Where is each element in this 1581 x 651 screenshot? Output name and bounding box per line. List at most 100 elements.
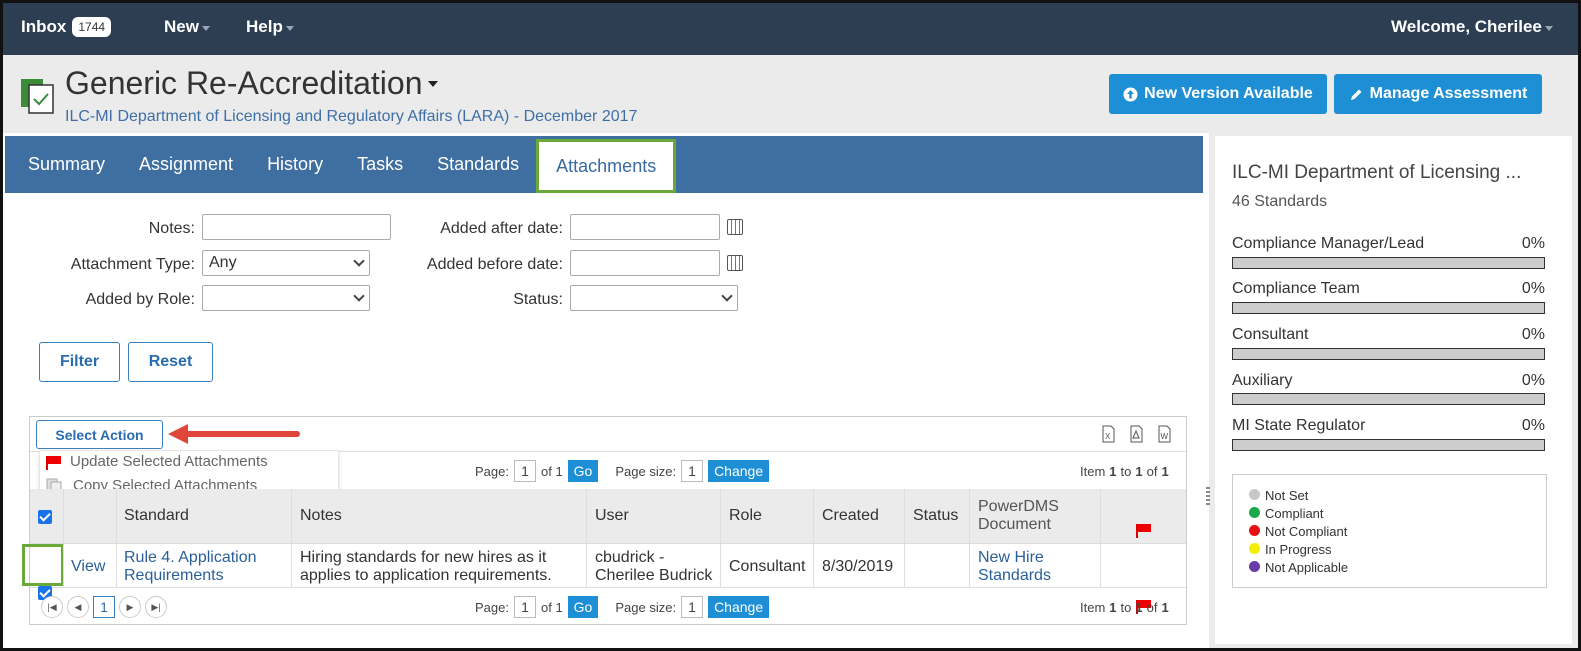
progress-value: 0%	[1521, 326, 1545, 343]
reset-button[interactable]: Reset	[128, 342, 213, 382]
standards-count: 46 Standards	[1232, 193, 1328, 210]
legend-item: Not Applicable	[1249, 559, 1546, 577]
bottom-pager: Page: 1 of 1 Go Page size: 1 Change	[475, 596, 770, 618]
bottom-page-nav: |◀ ◀ 1 ▶ ▶|	[41, 596, 167, 618]
tab-tasks[interactable]: Tasks	[340, 136, 420, 193]
progress-item: Compliance Team 0%	[1232, 280, 1545, 298]
legend-item: Not Compliant	[1249, 523, 1546, 541]
column-header-notes[interactable]: Notes	[300, 507, 342, 525]
go-button[interactable]: Go	[567, 460, 599, 482]
svg-text:X: X	[1105, 432, 1111, 441]
top-item-count: Item 1 to 1 of 1	[1080, 464, 1169, 479]
pdf-export-icon	[1130, 425, 1143, 443]
page-size-label: Page size:	[615, 463, 677, 479]
tab-attachments[interactable]: Attachments	[536, 139, 677, 193]
green-dot-icon	[1249, 507, 1260, 518]
resize-handle[interactable]	[1206, 487, 1210, 505]
red-flag-icon	[1136, 524, 1151, 538]
select-all-checkbox[interactable]	[38, 510, 52, 524]
prev-page-icon[interactable]: ◀	[67, 596, 89, 618]
select-action-button[interactable]: Select Action	[36, 420, 163, 449]
new-version-label: New Version Available	[1144, 85, 1313, 102]
notes-input[interactable]	[202, 214, 391, 240]
calendar-icon[interactable]	[727, 219, 743, 235]
caret-down-icon	[428, 80, 439, 87]
help-menu[interactable]: Help	[246, 17, 294, 37]
status-select[interactable]	[570, 285, 738, 311]
page-size-input[interactable]: 1	[681, 460, 704, 482]
progress-bar	[1232, 393, 1545, 405]
new-menu[interactable]: New	[164, 17, 210, 37]
user-menu[interactable]: Welcome, Cherilee	[1391, 17, 1553, 37]
next-page-icon[interactable]: ▶	[119, 596, 141, 618]
attachment-type-value: Any	[209, 254, 237, 271]
red-dot-icon	[1249, 525, 1260, 536]
column-header-role[interactable]: Role	[729, 507, 762, 525]
go-button[interactable]: Go	[567, 596, 599, 618]
page-input[interactable]: 1	[513, 596, 536, 618]
page-of-label: of 1	[540, 463, 563, 479]
side-title: ILC-MI Department of Licensing ...	[1232, 162, 1522, 183]
first-page-icon[interactable]: |◀	[41, 596, 63, 618]
column-header-standard[interactable]: Standard	[124, 507, 189, 525]
tab-standards[interactable]: Standards	[420, 136, 536, 193]
filter-button[interactable]: Filter	[39, 342, 120, 382]
added-before-input[interactable]	[570, 250, 720, 276]
page-input[interactable]: 1	[513, 460, 536, 482]
document-link[interactable]: New Hire Standards	[978, 549, 1088, 585]
page-title-text: Generic Re-Accreditation	[65, 65, 423, 101]
progress-label: MI State Regulator	[1232, 417, 1366, 434]
calendar-icon[interactable]	[727, 255, 743, 271]
red-arrow-annotation	[168, 424, 300, 444]
status-legend: Not Set Compliant Not Compliant In Progr…	[1232, 474, 1547, 588]
page-size-input[interactable]: 1	[681, 596, 704, 618]
item-label: Item	[1080, 464, 1106, 479]
change-button[interactable]: Change	[708, 460, 770, 482]
added-after-label: Added after date:	[440, 220, 563, 237]
change-button[interactable]: Change	[708, 596, 770, 618]
added-after-input[interactable]	[570, 214, 720, 240]
svg-text:W: W	[1161, 432, 1169, 441]
menu-item-update[interactable]: Update Selected Attachments	[46, 453, 268, 470]
created-cell: 8/30/2019	[822, 558, 894, 575]
added-by-role-select[interactable]	[202, 285, 370, 311]
progress-item: MI State Regulator 0%	[1232, 417, 1545, 435]
last-page-icon[interactable]: ▶|	[145, 596, 167, 618]
tab-assignment[interactable]: Assignment	[122, 136, 250, 193]
inbox-menu[interactable]: Inbox 1744	[21, 17, 112, 37]
assessment-summary-panel: ILC-MI Department of Licensing ... 46 St…	[1215, 136, 1572, 644]
item-to: 1	[1135, 464, 1143, 479]
notes-cell: Hiring standards for new hires as it app…	[300, 549, 552, 584]
column-header-powerdms-document[interactable]: PowerDMS Document	[978, 498, 1088, 534]
tab-summary[interactable]: Summary	[5, 136, 122, 193]
attachment-type-select[interactable]: Any	[202, 250, 370, 276]
tab-history[interactable]: History	[250, 136, 340, 193]
manage-assessment-button[interactable]: Manage Assessment	[1334, 74, 1542, 114]
page-title[interactable]: Generic Re-Accreditation	[65, 65, 439, 102]
item-total: 1	[1161, 464, 1169, 479]
page-size-label: Page size:	[615, 599, 677, 615]
current-page-button[interactable]: 1	[93, 596, 115, 618]
legend-item: Not Set	[1249, 487, 1546, 505]
progress-bar	[1232, 257, 1545, 269]
menu-item-update-label: Update Selected Attachments	[70, 453, 268, 470]
added-before-label: Added before date:	[426, 256, 563, 273]
progress-bar	[1232, 348, 1545, 360]
chevron-down-icon	[353, 255, 365, 267]
standard-link[interactable]: Rule 4. Application Requirements	[124, 549, 274, 585]
progress-value: 0%	[1521, 235, 1545, 252]
page-label: Page:	[475, 463, 509, 479]
progress-value: 0%	[1521, 280, 1545, 297]
new-menu-label: New	[164, 17, 199, 36]
purple-dot-icon	[1249, 561, 1260, 572]
column-header-status[interactable]: Status	[913, 507, 958, 525]
of-label: of	[1146, 464, 1158, 479]
new-version-button[interactable]: New Version Available	[1109, 74, 1327, 114]
column-header-created[interactable]: Created	[822, 507, 879, 525]
view-link[interactable]: View	[71, 558, 105, 576]
to-label: to	[1120, 464, 1132, 479]
progress-item: Compliance Manager/Lead 0%	[1232, 235, 1545, 253]
role-cell: Consultant	[729, 558, 806, 575]
chevron-down-icon	[353, 290, 365, 302]
column-header-user[interactable]: User	[595, 507, 629, 525]
